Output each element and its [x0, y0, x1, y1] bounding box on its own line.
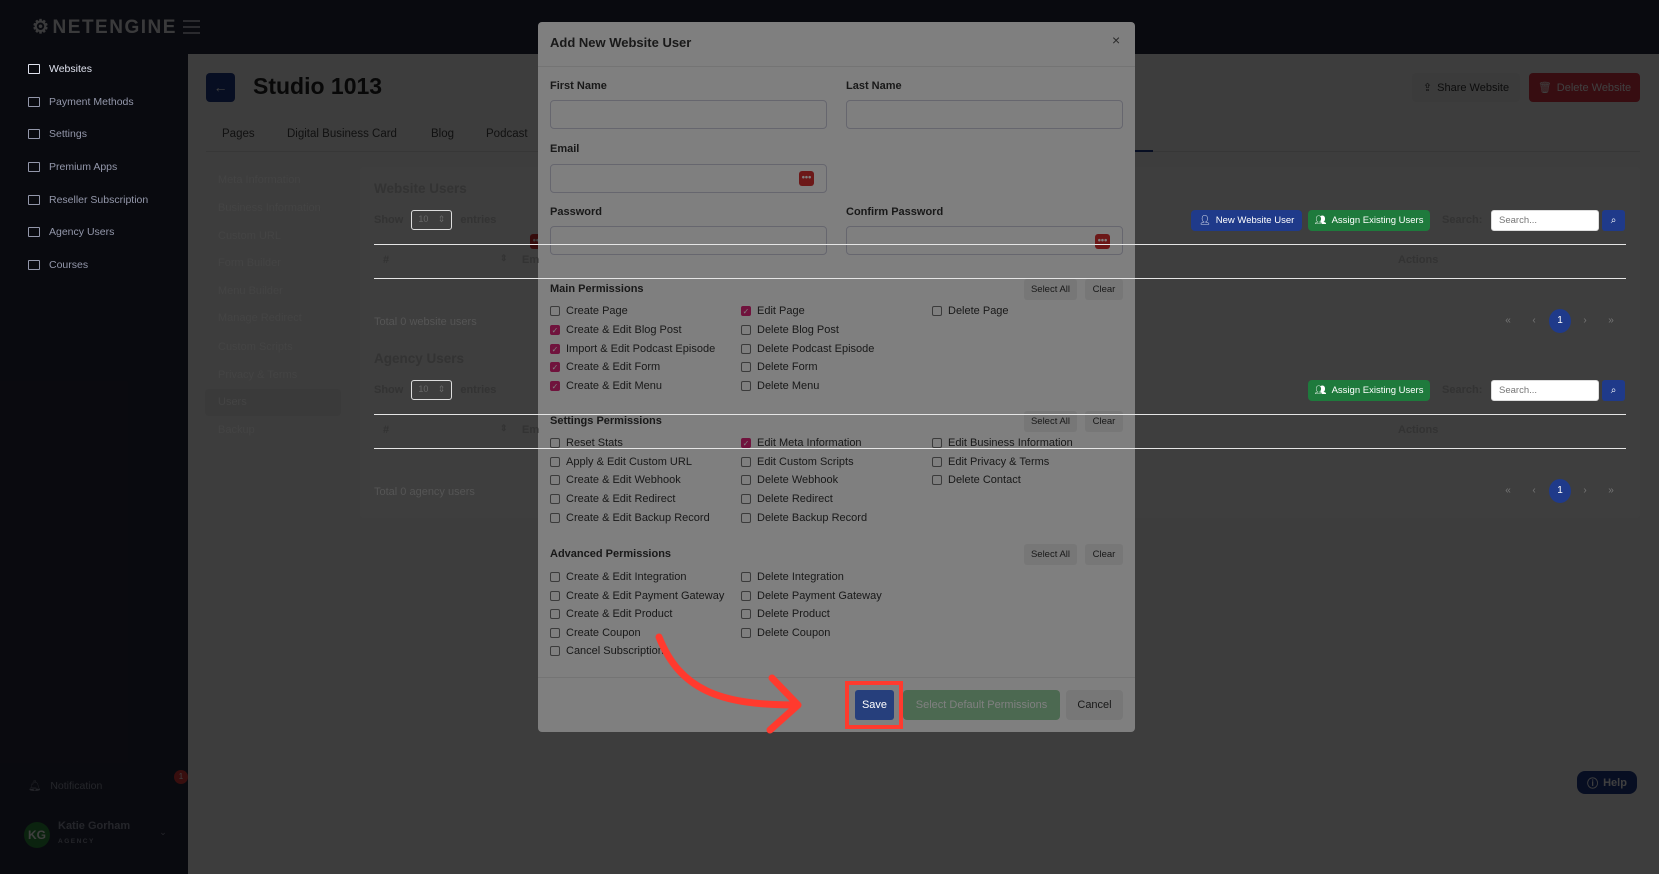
apps-icon: [28, 162, 40, 172]
sidebar-item-payment-methods[interactable]: Payment Methods: [28, 96, 134, 108]
sidebar-item-premium-apps[interactable]: Premium Apps: [28, 161, 117, 173]
pagination-first[interactable]: «: [1498, 485, 1518, 496]
agency_users-title: Agency Users: [374, 351, 465, 366]
subnav-meta-information[interactable]: Meta Information: [218, 174, 301, 186]
pagination-first[interactable]: «: [1498, 315, 1518, 326]
divider: [374, 414, 1626, 415]
pagination-page-1[interactable]: 1: [1549, 479, 1571, 503]
sidebar-item-settings[interactable]: Settings: [28, 128, 87, 140]
sort-icon[interactable]: ⇕: [500, 253, 508, 264]
col-hash[interactable]: #: [383, 254, 389, 266]
agency_users-total: Total 0 agency users: [374, 486, 475, 498]
sort-icon: ⇕: [437, 214, 446, 224]
agency_users-length: Show 10 ⇕ entries: [374, 380, 496, 400]
subnav-business-information[interactable]: Business Information: [218, 202, 321, 214]
entries-select[interactable]: 10 ⇕: [411, 380, 453, 400]
subnav-manage-redirect[interactable]: Manage Redirect: [218, 312, 302, 324]
pagination-page-1[interactable]: 1: [1549, 309, 1571, 333]
search-button[interactable]: ⌕: [1602, 380, 1625, 401]
assign-existing-users-button[interactable]: 👥︎ Assign Existing Users: [1308, 210, 1430, 231]
entries-select[interactable]: 10 ⇕: [411, 210, 453, 230]
video-icon: [28, 260, 40, 270]
arrow-icon: [655, 633, 802, 734]
col-email[interactable]: Em: [522, 254, 539, 266]
subnav-backup[interactable]: Backup: [218, 424, 255, 436]
col-actions: Actions: [1398, 424, 1439, 436]
pagination-prev[interactable]: ‹: [1524, 485, 1544, 496]
divider: [374, 278, 1626, 279]
search-label: Search:: [1442, 384, 1483, 396]
browser-icon: [28, 64, 40, 74]
subnav-custom-scripts[interactable]: Custom Scripts: [218, 341, 293, 353]
pagination-next[interactable]: ›: [1575, 315, 1595, 326]
col-hash[interactable]: #: [383, 424, 389, 436]
pagination-last[interactable]: »: [1601, 315, 1621, 326]
gear-icon: [28, 129, 40, 139]
website_users-length: Show 10 ⇕ entries: [374, 210, 496, 230]
users-icon: 👥︎: [1314, 385, 1327, 396]
sidebar-item-reseller-subscription[interactable]: Reseller Subscription: [28, 194, 148, 206]
divider: [374, 448, 1626, 449]
user-plus-icon: 👤︎: [1198, 215, 1211, 226]
col-email[interactable]: Em: [522, 424, 539, 436]
search-label: Search:: [1442, 214, 1483, 226]
subnav-form-builder[interactable]: Form Builder: [218, 257, 281, 269]
sort-icon: ⇕: [437, 384, 446, 394]
pagination-prev[interactable]: ‹: [1524, 315, 1544, 326]
credit-card-icon: [28, 97, 40, 107]
subnav-users[interactable]: Users: [218, 396, 247, 408]
new-website-user-button[interactable]: 👤︎ New Website User: [1191, 210, 1302, 231]
assign-existing-users-button[interactable]: 👥︎ Assign Existing Users: [1308, 380, 1430, 401]
subnav-privacy-terms[interactable]: Privacy & Terms: [218, 369, 297, 381]
sort-icon[interactable]: ⇕: [500, 423, 508, 434]
website_users-total: Total 0 website users: [374, 316, 477, 328]
website_users-title: Website Users: [374, 181, 467, 196]
subnav-menu-builder[interactable]: Menu Builder: [218, 285, 283, 297]
search-input[interactable]: [1491, 210, 1599, 231]
col-actions: Actions: [1398, 254, 1439, 266]
user-plus-icon: [28, 195, 40, 205]
subnav-custom-url[interactable]: Custom URL: [218, 230, 281, 242]
search-button[interactable]: ⌕: [1602, 210, 1625, 231]
pagination-next[interactable]: ›: [1575, 485, 1595, 496]
users-icon: 👥︎: [1314, 215, 1327, 226]
divider: [374, 244, 1626, 245]
sidebar-item-agency-users[interactable]: Agency Users: [28, 226, 114, 238]
pagination-last[interactable]: »: [1601, 485, 1621, 496]
users-icon: [28, 227, 40, 237]
sidebar-item-courses[interactable]: Courses: [28, 259, 88, 271]
search-input[interactable]: [1491, 380, 1599, 401]
sidebar-item-websites[interactable]: Websites: [28, 63, 92, 75]
